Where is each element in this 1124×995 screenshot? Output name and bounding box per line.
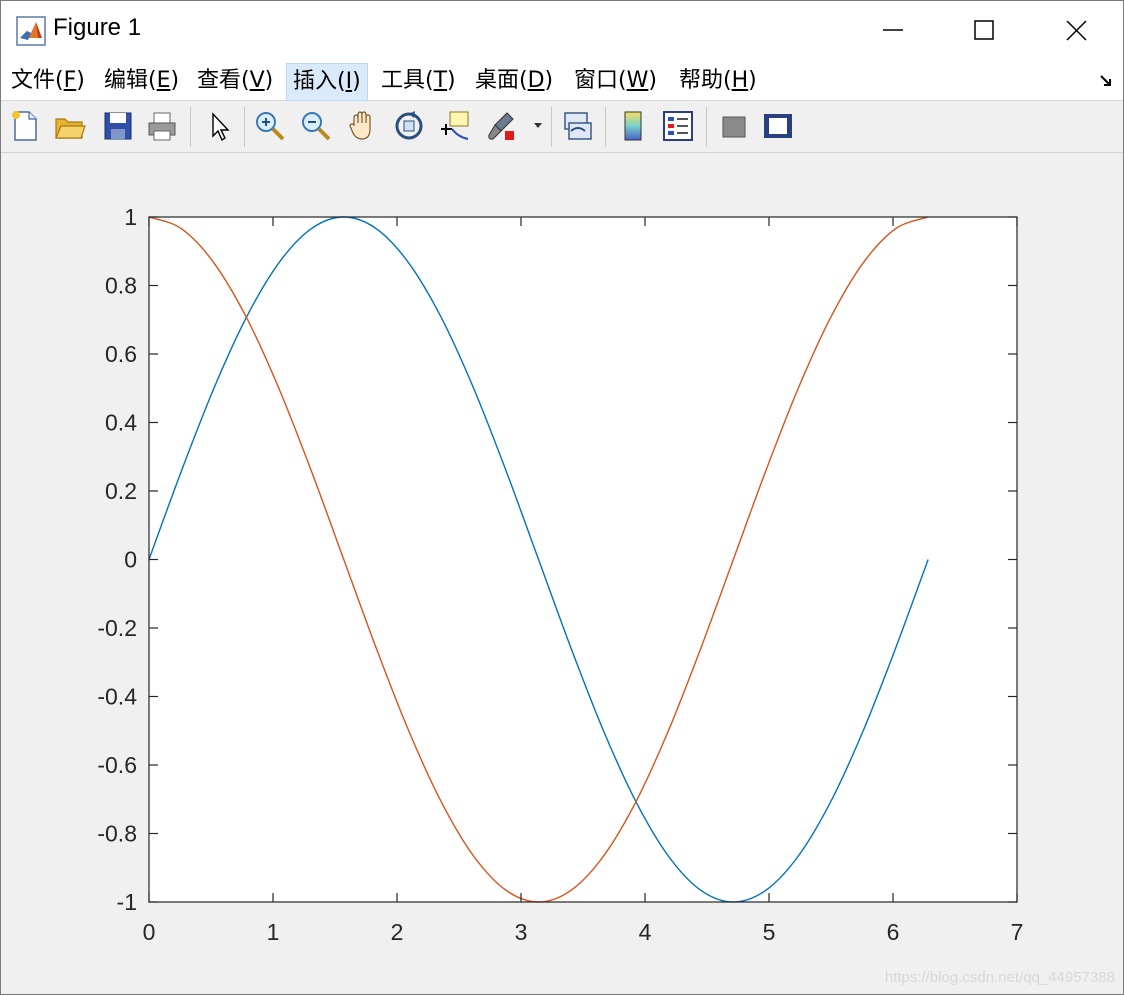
pointer-icon[interactable] <box>203 109 237 143</box>
menu-window-suffix: ) <box>648 68 657 93</box>
menu-desktop[interactable]: 桌面(D) <box>469 63 559 99</box>
minimize-icon <box>883 29 903 31</box>
x-tick-label: 1 <box>267 919 280 945</box>
save-icon[interactable] <box>101 109 135 143</box>
toolbar-separator <box>190 107 191 147</box>
zoom-in-icon[interactable] <box>253 109 287 143</box>
menu-tools-label: 工具( <box>381 68 434 93</box>
window-title: Figure 1 <box>53 14 142 41</box>
menu-edit-label: 编辑( <box>104 68 157 93</box>
menu-bar: 文件(F) 编辑(E) 查看(V) 插入(I) 工具(T) 桌面(D) 窗口(W… <box>1 59 1123 101</box>
y-tick-label: -0.2 <box>97 615 137 641</box>
y-tick-label: -0.4 <box>97 684 137 710</box>
title-bar[interactable]: Figure 1 <box>1 1 1123 59</box>
figure-window: Figure 1 文件(F) 编辑(E) 查看(V) 插入(I) 工具(T) 桌… <box>0 0 1124 995</box>
open-file-icon[interactable] <box>53 109 87 143</box>
menu-edit-suffix: ) <box>170 68 180 93</box>
menu-view-key: V <box>249 68 265 93</box>
dock-arrow-icon[interactable] <box>1099 73 1113 87</box>
figure-canvas[interactable]: 0 1 2 3 4 5 6 7 -1 -0.8 -0.6 -0.4 -0.2 0 0.2 0.4 0.6 0.8 1… <box>1 153 1123 994</box>
menu-view-label: 查看( <box>197 68 250 93</box>
menu-view[interactable]: 查看(V) <box>191 63 279 99</box>
figure-toolbar <box>1 101 1123 153</box>
menu-window[interactable]: 窗口(W) <box>568 63 663 99</box>
matlab-logo-icon <box>16 16 46 46</box>
menu-file[interactable]: 文件(F) <box>5 63 91 99</box>
menu-insert[interactable]: 插入(I) <box>286 63 368 101</box>
colorbar-icon[interactable] <box>616 109 650 143</box>
pan-icon[interactable] <box>346 109 380 143</box>
show-plot-tools-icon[interactable] <box>761 109 795 143</box>
x-tick-label: 3 <box>515 919 528 945</box>
x-tick-label: 4 <box>639 919 652 945</box>
y-tick-label: -0.8 <box>97 821 137 847</box>
x-tick-label: 7 <box>1011 919 1024 945</box>
menu-desktop-suffix: ) <box>544 68 554 93</box>
menu-tools[interactable]: 工具(T) <box>375 63 462 99</box>
minimize-button[interactable] <box>847 1 939 59</box>
menu-help-key: H <box>731 68 749 93</box>
menu-edit[interactable]: 编辑(E) <box>98 63 185 99</box>
y-tick-label: 0.4 <box>105 410 137 436</box>
new-figure-icon[interactable] <box>9 109 43 143</box>
menu-insert-label: 插入( <box>293 69 346 94</box>
axes-background <box>149 217 1017 902</box>
x-tick-label: 0 <box>143 919 156 945</box>
y-tick-label: 0 <box>124 547 137 573</box>
menu-help-label: 帮助( <box>679 68 732 93</box>
close-icon <box>1066 20 1087 41</box>
menu-edit-key: E <box>156 68 171 93</box>
menu-window-key: W <box>626 68 649 93</box>
zoom-out-icon[interactable] <box>299 109 333 143</box>
menu-view-suffix: ) <box>264 68 274 93</box>
menu-help-suffix: ) <box>748 68 757 93</box>
y-tick-label: 0.2 <box>105 478 137 504</box>
menu-tools-key: T <box>433 68 448 93</box>
toolbar-separator <box>244 107 245 147</box>
link-plot-icon[interactable] <box>561 109 595 143</box>
menu-desktop-label: 桌面( <box>475 68 528 93</box>
y-tick-label: 0.6 <box>105 341 137 367</box>
print-icon[interactable] <box>145 109 179 143</box>
watermark: https://blog.csdn.net/qq_44957388 <box>884 969 1115 986</box>
y-tick-label: 0.8 <box>105 273 137 299</box>
rotate-3d-icon[interactable] <box>392 109 426 143</box>
toolbar-separator <box>551 107 552 147</box>
menu-desktop-key: D <box>527 68 545 93</box>
menu-file-key: F <box>63 68 77 93</box>
menu-file-label: 文件( <box>11 68 64 93</box>
brush-icon[interactable] <box>485 109 519 143</box>
y-tick-label: -1 <box>117 889 137 915</box>
toolbar-separator <box>706 107 707 147</box>
hide-plot-tools-icon[interactable] <box>717 109 751 143</box>
menu-insert-suffix: ) <box>352 69 361 94</box>
maximize-button[interactable] <box>939 1 1031 59</box>
menu-window-label: 窗口( <box>574 68 627 93</box>
y-tick-label: -0.6 <box>97 752 137 778</box>
x-tick-label: 5 <box>763 919 776 945</box>
menu-tools-suffix: ) <box>447 68 456 93</box>
menu-help[interactable]: 帮助(H) <box>673 63 763 99</box>
plot-area[interactable]: 0 1 2 3 4 5 6 7 -1 -0.8 -0.6 -0.4 -0.2 0 0.2 0.4 0.6 0.8 1 <box>1 153 1123 994</box>
x-tick-label: 2 <box>391 919 404 945</box>
y-tick-label: 1 <box>124 204 137 230</box>
close-button[interactable] <box>1031 1 1123 59</box>
menu-file-suffix: ) <box>76 68 85 93</box>
x-tick-label: 6 <box>887 919 900 945</box>
toolbar-separator <box>605 107 606 147</box>
maximize-icon <box>974 20 994 40</box>
brush-dropdown-icon[interactable] <box>531 109 545 143</box>
data-cursor-icon[interactable] <box>438 109 472 143</box>
legend-icon[interactable] <box>661 109 695 143</box>
